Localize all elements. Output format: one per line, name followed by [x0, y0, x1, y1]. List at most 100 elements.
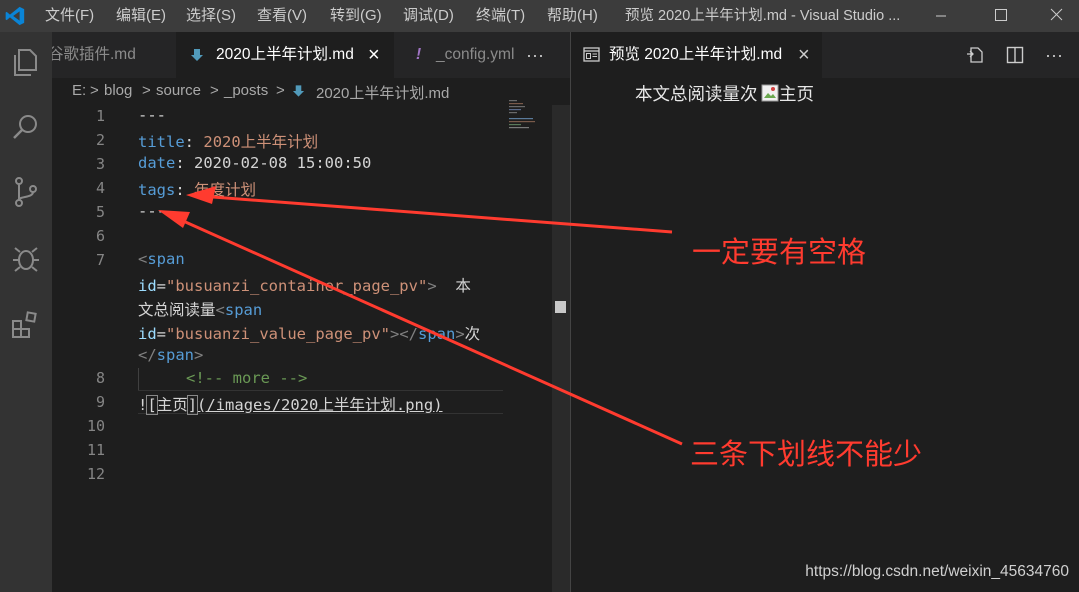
md-bracket: [ [146, 395, 158, 415]
line-number: 2 [95, 131, 105, 149]
line-number: 9 [95, 393, 105, 411]
code-line-4: tags: 年度计划 [138, 178, 256, 200]
search-icon[interactable] [6, 107, 46, 147]
more-actions-icon[interactable]: ··· [526, 32, 556, 78]
preview-tab-close-icon[interactable]: × [798, 32, 810, 78]
code-line-5: --- [138, 202, 166, 220]
line-number: 8 [95, 369, 105, 387]
scrollbar-cursor-marker [555, 301, 566, 313]
html-tag: span [156, 346, 194, 364]
html-text: 本 [436, 277, 471, 295]
breadcrumb: E: > blog > source > _posts > 2020上半年计划.… [52, 78, 570, 105]
md-image-alt: 主页 [156, 396, 188, 414]
html-text: 文总阅读量 [138, 301, 216, 319]
line-number: 11 [86, 441, 105, 459]
breadcrumb-separator: > [210, 82, 219, 99]
minimize-button[interactable] [918, 0, 964, 32]
yaml-value: 年度计划 [194, 181, 257, 199]
breadcrumb-source[interactable]: source [156, 82, 201, 99]
tab-label: 2020上半年计划.md [216, 46, 354, 63]
minimize-icon [936, 15, 946, 17]
yaml-value: 2020上半年计划 [203, 133, 319, 151]
editor-scrollbar[interactable] [552, 105, 570, 592]
maximize-icon [995, 9, 1007, 21]
open-source-icon[interactable] [965, 45, 985, 65]
code-editor[interactable] [52, 105, 552, 592]
annotation-three-dashes: 三条下划线不能少 [690, 437, 923, 471]
code-line-7e: </span> [138, 346, 203, 364]
menu-help[interactable]: 帮助(H) [547, 0, 598, 32]
menu-terminal[interactable]: 终端(T) [476, 0, 525, 32]
code-line-7a: <span [138, 250, 185, 268]
markdown-preview[interactable]: 本文总阅读量次 主页 [571, 78, 1079, 592]
breadcrumb-drive[interactable]: E: [72, 82, 86, 99]
line-number: 6 [95, 227, 105, 245]
yaml-colon: : [184, 133, 195, 151]
yaml-icon: ! [416, 46, 422, 63]
yaml-key: date [138, 154, 176, 172]
line-number: 12 [86, 465, 105, 483]
code-line-7c: 文总阅读量<span [138, 298, 262, 320]
debug-icon[interactable] [6, 238, 46, 278]
tab-config-yml[interactable]: ! _config.yml [396, 32, 518, 78]
yaml-value: 2020-02-08 15:00:50 [194, 154, 372, 172]
yaml-colon: : [175, 154, 185, 172]
html-eq: = [156, 325, 167, 343]
html-bracket: < [215, 301, 225, 319]
html-attr-value: "busuanzi_container_page_pv" [166, 277, 428, 295]
menu-selection[interactable]: 选择(S) [186, 0, 236, 32]
html-text: 次 [464, 325, 481, 343]
preview-tab-label: 预览 2020上半年计划.md [609, 46, 783, 63]
preview-icon [583, 47, 600, 62]
breadcrumb-file[interactable]: 2020上半年计划.md [316, 82, 449, 103]
html-attr: id [138, 277, 157, 295]
tab-google-plugin[interactable]: 谷歌插件.md [52, 32, 174, 78]
frontmatter-delimiter: --- [138, 106, 166, 124]
line-number: 3 [95, 155, 105, 173]
html-attr: id [138, 325, 157, 343]
frontmatter-delimiter: --- [138, 202, 166, 220]
menu-debug[interactable]: 调试(D) [403, 0, 454, 32]
maximize-button[interactable] [977, 0, 1023, 32]
menu-view[interactable]: 查看(V) [257, 0, 307, 32]
yaml-key: tags [138, 181, 176, 199]
breadcrumb-separator: > [90, 82, 99, 99]
vscode-logo-icon [5, 6, 25, 26]
code-line-1: --- [138, 106, 166, 124]
breadcrumb-posts[interactable]: _posts [224, 82, 268, 99]
md-image-path: (/images/2020上半年计划.png) [197, 396, 443, 414]
preview-tab-bar: 预览 2020上半年计划.md × ··· [571, 32, 1079, 78]
tab-preview[interactable]: 预览 2020上半年计划.md × [571, 32, 822, 78]
tab-2020-plan[interactable]: 2020上半年计划.md × [176, 32, 394, 78]
code-line-3: date: 2020-02-08 15:00:50 [138, 154, 371, 172]
minimap[interactable] [505, 98, 545, 138]
line-number: 4 [95, 179, 105, 197]
html-bracket: > [427, 277, 437, 295]
html-comment: <!-- more --> [186, 369, 308, 387]
source-control-icon[interactable] [6, 172, 46, 212]
title-bar: 文件(F) 编辑(E) 选择(S) 查看(V) 转到(G) 调试(D) 终端(T… [0, 0, 1079, 32]
html-tag: span [147, 250, 185, 268]
line-number: 1 [95, 107, 105, 125]
tab-close-icon[interactable]: × [368, 32, 380, 78]
md-image-bang: ! [138, 396, 148, 414]
menu-file[interactable]: 文件(F) [45, 0, 94, 32]
split-editor-icon[interactable] [1005, 45, 1025, 65]
yaml-colon: : [175, 181, 185, 199]
explorer-icon[interactable] [6, 42, 46, 82]
html-eq: = [156, 277, 167, 295]
close-icon [1050, 8, 1063, 21]
menu-goto[interactable]: 转到(G) [330, 0, 382, 32]
preview-more-actions-icon[interactable]: ··· [1045, 32, 1063, 78]
breadcrumb-blog[interactable]: blog [104, 82, 132, 99]
annotation-space-required: 一定要有空格 [692, 235, 867, 269]
extensions-icon[interactable] [6, 304, 46, 344]
html-bracket: > [455, 325, 465, 343]
html-tag: span [417, 325, 456, 343]
close-window-button[interactable] [1033, 0, 1079, 32]
md-bracket: ] [186, 395, 199, 415]
html-bracket: ></ [389, 325, 418, 343]
html-bracket: </ [138, 346, 157, 364]
tab-label: 谷歌插件.md [52, 46, 136, 63]
menu-edit[interactable]: 编辑(E) [116, 0, 166, 32]
